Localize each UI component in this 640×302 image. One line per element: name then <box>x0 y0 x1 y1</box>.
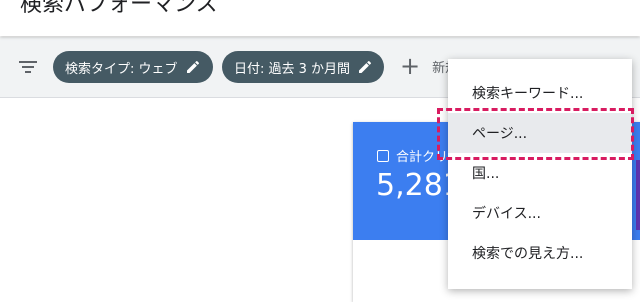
menu-item-device[interactable]: デバイス... <box>448 193 632 233</box>
edit-pencil-icon[interactable] <box>358 60 372 74</box>
menu-item-query[interactable]: 検索キーワード... <box>448 73 632 113</box>
page-title: 検索パフォーマンス <box>20 0 218 17</box>
menu-item-country[interactable]: 国... <box>448 153 632 193</box>
menu-item-page[interactable]: ページ... <box>448 113 632 153</box>
chip-label: 日付: 過去 3 か月間 <box>234 61 351 77</box>
menu-item-label: 検索キーワード... <box>472 86 584 102</box>
search-type-filter-chip[interactable]: 検索タイプ: ウェブ <box>53 51 213 83</box>
checkbox-icon[interactable] <box>377 150 389 162</box>
filter-icon[interactable] <box>18 59 38 75</box>
app-header: 検索パフォーマンス <box>0 0 640 36</box>
chip-label: 検索タイプ: ウェブ <box>65 61 178 77</box>
edit-pencil-icon[interactable] <box>186 60 200 74</box>
menu-item-label: 国... <box>472 166 500 182</box>
menu-item-label: 検索での見え方... <box>472 246 584 262</box>
plus-icon: + <box>400 52 421 80</box>
menu-item-label: デバイス... <box>472 206 541 222</box>
new-filter-dropdown-menu: 検索キーワード... ページ... 国... デバイス... 検索での見え方..… <box>448 59 632 289</box>
menu-item-label: ページ... <box>472 126 528 142</box>
metric-card-edge <box>636 160 640 230</box>
menu-item-search-appearance[interactable]: 検索での見え方... <box>448 233 632 273</box>
date-filter-chip[interactable]: 日付: 過去 3 か月間 <box>222 51 384 83</box>
